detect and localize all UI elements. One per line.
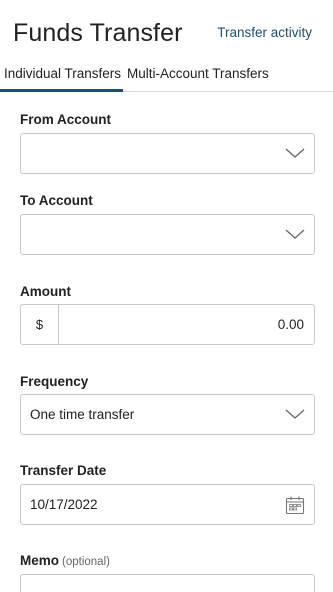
page-title: Funds Transfer (13, 19, 183, 47)
tab-individual-transfers[interactable]: Individual Transfers (4, 66, 121, 81)
header: Funds Transfer Transfer activity (0, 0, 333, 60)
frequency-label: Frequency (20, 374, 89, 389)
memo-optional-hint: (optional) (62, 556, 110, 568)
frequency-value: One time transfer (30, 407, 135, 422)
to-account-select[interactable] (20, 214, 315, 255)
from-account-select[interactable] (20, 133, 315, 174)
chevron-down-icon (285, 148, 305, 158)
tab-multi-account-transfers[interactable]: Multi-Account Transfers (127, 66, 269, 81)
calendar-icon[interactable] (285, 495, 305, 515)
memo-label: Memo (optional) (20, 553, 110, 568)
transfer-date-label: Transfer Date (20, 463, 107, 478)
chevron-down-icon (285, 229, 305, 239)
tab-bar: Individual Transfers Multi-Account Trans… (0, 62, 333, 92)
chevron-down-icon (285, 409, 305, 419)
memo-label-text: Memo (20, 553, 60, 568)
from-account-label: From Account (20, 112, 111, 127)
amount-input-value: 0.00 (277, 317, 304, 332)
to-account-label: To Account (20, 193, 93, 208)
memo-input[interactable] (20, 574, 315, 592)
transfer-date-value: 10/17/2022 (30, 497, 98, 512)
active-tab-indicator (0, 89, 123, 92)
amount-label: Amount (20, 284, 71, 299)
currency-prefix: $ (21, 305, 59, 344)
amount-field[interactable]: $ 0.00 (20, 304, 315, 345)
transfer-date-field[interactable]: 10/17/2022 (20, 484, 315, 525)
frequency-select[interactable]: One time transfer (20, 394, 315, 435)
transfer-activity-link[interactable]: Transfer activity (217, 25, 312, 40)
